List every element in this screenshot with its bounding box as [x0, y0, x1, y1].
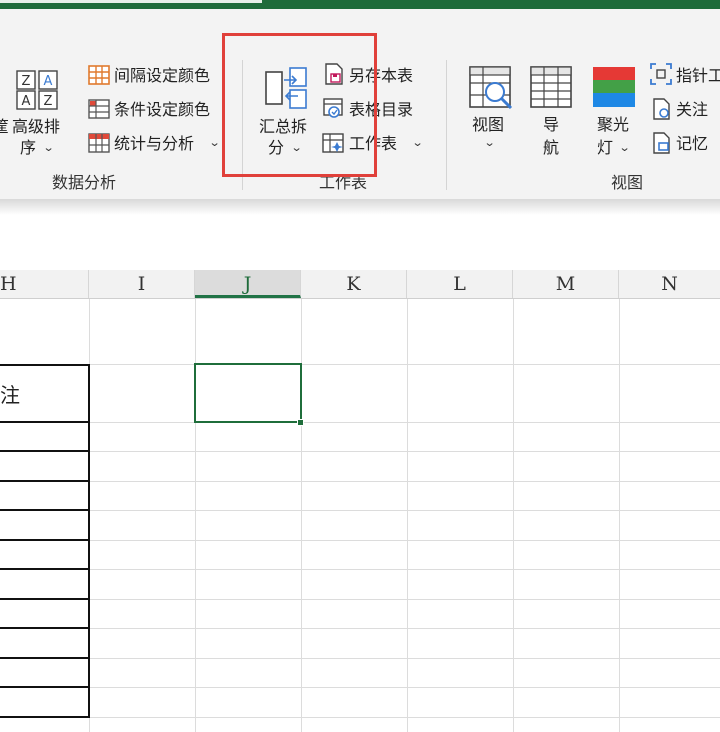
column-header-row: H I J K L M N — [0, 270, 720, 299]
svg-text:Z: Z — [22, 74, 31, 89]
svg-text:Z: Z — [44, 94, 53, 109]
navigation-icon — [530, 66, 574, 114]
title-bar — [0, 0, 720, 9]
interval-color-icon — [88, 65, 110, 89]
advanced-sort-label-2: 序 — [20, 138, 37, 157]
chevron-down-icon: ⌄ — [208, 136, 221, 149]
group-label-data-analysis: 数据分析 — [52, 173, 117, 192]
svg-text:A: A — [44, 74, 53, 89]
group-label-view: 视图 — [611, 173, 644, 192]
chevron-down-icon: ⌄ — [618, 141, 631, 154]
pointer-frame-icon — [650, 63, 672, 89]
stats-table-icon — [88, 133, 110, 157]
highlight-box — [222, 33, 377, 177]
spotlight-icon — [592, 66, 636, 112]
column-header-h[interactable]: H — [0, 270, 89, 298]
svg-text:A: A — [22, 94, 31, 109]
advanced-sort-icon: Z A A Z — [16, 70, 60, 114]
partial-button-label: 筐 — [0, 117, 10, 136]
interval-color-label: 间隔设定颜色 — [114, 66, 211, 85]
formula-area — [0, 215, 720, 270]
view-label: 视图 — [472, 115, 505, 134]
selected-cell[interactable] — [194, 363, 302, 423]
column-header-k[interactable]: K — [301, 270, 407, 298]
advanced-sort-label-1: 高级排 — [12, 117, 61, 136]
spotlight-label-1: 聚光 — [597, 115, 630, 134]
group-separator — [446, 60, 447, 190]
navigation-label-2: 航 — [543, 138, 560, 157]
chevron-down-icon: ⌄ — [483, 136, 496, 149]
spotlight-label-2: 灯 — [597, 138, 614, 157]
column-header-n[interactable]: N — [619, 270, 720, 298]
memory-label: 记忆 — [676, 134, 709, 153]
chevron-down-icon: ⌄ — [411, 136, 424, 149]
column-header-j[interactable]: J — [195, 270, 301, 298]
pointer-tool-label: 指针工 — [676, 66, 720, 85]
condition-color-label: 条件设定颜色 — [114, 100, 211, 119]
column-header-l[interactable]: L — [407, 270, 513, 298]
cell-h-header-text: 注 — [0, 383, 20, 407]
stats-analysis-label: 统计与分析 — [114, 134, 195, 153]
column-header-m[interactable]: M — [513, 270, 619, 298]
chevron-down-icon: ⌄ — [42, 141, 55, 154]
follow-doc-icon — [652, 98, 672, 124]
follow-label: 关注 — [676, 100, 709, 119]
condition-color-icon — [88, 99, 110, 123]
view-magnifier-icon — [469, 66, 515, 116]
fill-handle[interactable] — [297, 419, 304, 426]
navigation-label-1: 导 — [543, 115, 560, 134]
memory-doc-icon — [652, 132, 672, 158]
column-header-i[interactable]: I — [89, 270, 195, 298]
